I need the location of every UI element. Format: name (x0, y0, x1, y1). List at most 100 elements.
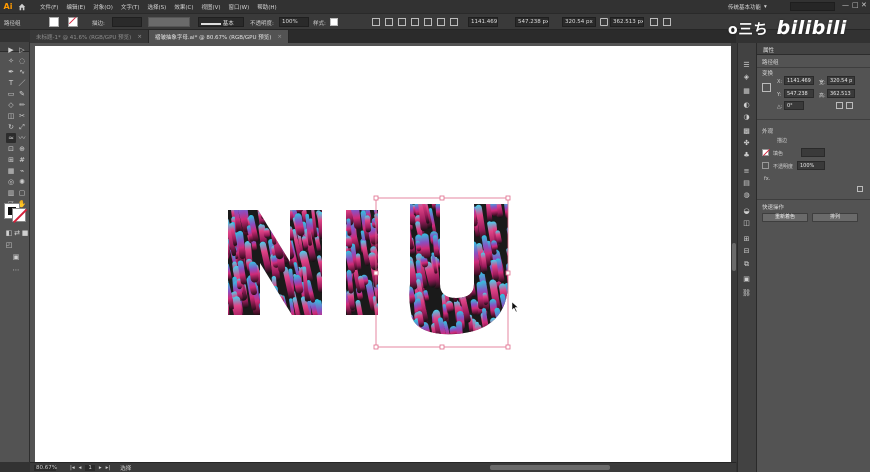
transform-section-title: 变换 (762, 71, 774, 77)
height-field[interactable]: 362.513 (827, 89, 855, 98)
divider (757, 119, 870, 120)
magic-wand-tool-icon[interactable]: ✧ (6, 56, 16, 66)
properties-panel: 属性 路径组 变换 X: 1141.469 宽: 320.54 p Y: 547… (757, 43, 870, 472)
type-tool-icon[interactable]: T (6, 78, 16, 88)
shape-builder-tool-icon[interactable]: ⊕ (17, 144, 27, 154)
artboard-number-field[interactable]: 1 (85, 464, 95, 471)
screen-mode-icon[interactable]: ▣ (11, 252, 21, 262)
appearance-section-title: 外观 (762, 129, 774, 135)
zoom-field[interactable]: 80.67% (34, 464, 57, 471)
rectangle-tool-icon[interactable]: ▭ (6, 89, 16, 99)
curvature-tool-icon[interactable]: ∿ (17, 67, 27, 77)
recolor-button[interactable]: 重新着色 (762, 213, 808, 222)
shaper-tool-icon[interactable]: ◇ (6, 100, 16, 110)
angle-field[interactable]: 0° (784, 101, 804, 110)
artboard-tool-icon[interactable]: ▢ (17, 188, 27, 198)
letter-n (228, 210, 322, 315)
appearance-panel-icon[interactable]: ◒ (742, 206, 751, 215)
lasso-tool-icon[interactable]: ◌ (17, 56, 27, 66)
divider (757, 199, 870, 200)
color-panel-icon[interactable]: ◐ (742, 100, 751, 109)
mouse-pointer-icon (511, 301, 520, 314)
x-label: X: (777, 79, 783, 85)
y-label: Y: (777, 92, 782, 98)
watermark-tv-logo: o三ち (728, 22, 769, 38)
fill-color-swatch[interactable] (12, 208, 26, 222)
transform-panel-icon[interactable]: ⧉ (742, 260, 751, 269)
perspective-grid-tool-icon[interactable]: ⊞ (6, 155, 16, 165)
direct-selection-tool-icon[interactable]: ▷ (17, 45, 27, 55)
draw-mode-icon[interactable]: ◰ (4, 240, 14, 250)
artboards-panel-icon[interactable]: ▣ (742, 274, 751, 283)
flip-vertical-icon[interactable] (846, 102, 853, 109)
letter-i (346, 210, 378, 315)
width-field[interactable]: 320.54 p (827, 76, 855, 85)
watermark-bilibili-logo: bilibili (776, 17, 847, 39)
more-tools-icon[interactable]: ⋯ (11, 265, 21, 275)
selection-kind-label: 路径组 (762, 60, 779, 66)
layers-panel-icon[interactable]: ◈ (742, 72, 751, 81)
scissors-tool-icon[interactable]: ✂ (17, 111, 27, 121)
links-panel-icon[interactable]: ⛓ (742, 288, 751, 297)
free-transform-tool-icon[interactable]: ⊡ (6, 144, 16, 154)
fx-button[interactable]: fx. (764, 176, 770, 182)
quick-actions-title: 快速操作 (762, 205, 785, 211)
symbols-panel-icon[interactable]: ♣ (742, 150, 751, 159)
handle-middle-right (505, 270, 511, 276)
x-field[interactable]: 1141.469 (784, 76, 814, 85)
more-options-icon[interactable] (857, 186, 863, 192)
stroke-panel-icon[interactable]: ≡ (742, 166, 751, 175)
arrange-button[interactable]: 排列 (812, 213, 858, 222)
selection-tool-icon[interactable]: ▶ (6, 45, 16, 55)
paintbrush-tool-icon[interactable]: ✎ (17, 89, 27, 99)
status-bar: 80.67% |◂ ◂ 1 ▸ ▸| 选择 (30, 462, 736, 472)
symbol-sprayer-tool-icon[interactable]: ✺ (17, 177, 27, 187)
line-tool-icon[interactable]: ／ (17, 78, 27, 88)
rotate-tool-icon[interactable]: ↻ (6, 122, 16, 132)
mesh-tool-icon[interactable]: # (17, 155, 27, 165)
properties-panel-icon[interactable]: ☰ (742, 60, 751, 69)
height-label: 高: (819, 93, 826, 99)
flip-horizontal-icon[interactable] (836, 102, 843, 109)
color-guide-icon[interactable]: ◑ (742, 112, 751, 121)
artboard-nav-first[interactable]: |◂ (70, 465, 75, 471)
fill-row-label: 填色 (773, 151, 784, 157)
eraser-tool-icon[interactable]: ◫ (6, 111, 16, 121)
scrollbar-thumb[interactable] (732, 243, 736, 271)
opacity-label: 不透明度 (773, 164, 794, 170)
graphic-styles-icon[interactable]: ◫ (742, 218, 751, 227)
libraries-panel-icon[interactable]: ▦ (742, 86, 751, 95)
reference-point-icon[interactable] (762, 83, 771, 92)
stroke-row-label: 描边 (777, 138, 788, 144)
handle-top-left (373, 195, 379, 201)
properties-tab[interactable]: 属性 (757, 43, 870, 55)
width-label: 宽: (819, 80, 826, 86)
brushes-panel-icon[interactable]: ✤ (742, 138, 751, 147)
transparency-panel-icon[interactable]: ◍ (742, 190, 751, 199)
column-graph-tool-icon[interactable]: ▥ (6, 188, 16, 198)
artboard-nav-next[interactable]: ▸ (99, 465, 102, 471)
y-field[interactable]: 547.238 (784, 89, 814, 98)
scale-tool-icon[interactable]: ⤢ (17, 122, 27, 132)
eyedropper-tool-icon[interactable]: ⌁ (17, 166, 27, 176)
opacity-icon (762, 162, 769, 169)
pathfinder-panel-icon[interactable]: ⊟ (742, 246, 751, 255)
warp-tool-icon[interactable]: 〰 (17, 133, 27, 143)
color-mode-icon[interactable]: ■ (20, 228, 30, 238)
width-tool-icon[interactable]: ≈ (6, 133, 16, 143)
fill-weight-field[interactable] (801, 148, 825, 157)
artboard-nav-prev[interactable]: ◂ (79, 465, 82, 471)
handle-bottom-middle (439, 344, 445, 350)
opacity-field[interactable]: 100% (797, 161, 825, 170)
letter-u (409, 204, 508, 335)
blend-tool-icon[interactable]: ◎ (6, 177, 16, 187)
fill-swatch[interactable] (762, 149, 769, 156)
pen-tool-icon[interactable]: ✒ (6, 67, 16, 77)
artboard-nav-last[interactable]: ▸| (106, 465, 111, 471)
gradient-panel-icon[interactable]: ▤ (742, 178, 751, 187)
align-panel-icon[interactable]: ⊞ (742, 234, 751, 243)
horizontal-scrollbar-thumb[interactable] (490, 465, 610, 470)
swatches-panel-icon[interactable]: ▩ (742, 126, 751, 135)
gradient-tool-icon[interactable]: ▦ (6, 166, 16, 176)
pencil-tool-icon[interactable]: ✏ (17, 100, 27, 110)
